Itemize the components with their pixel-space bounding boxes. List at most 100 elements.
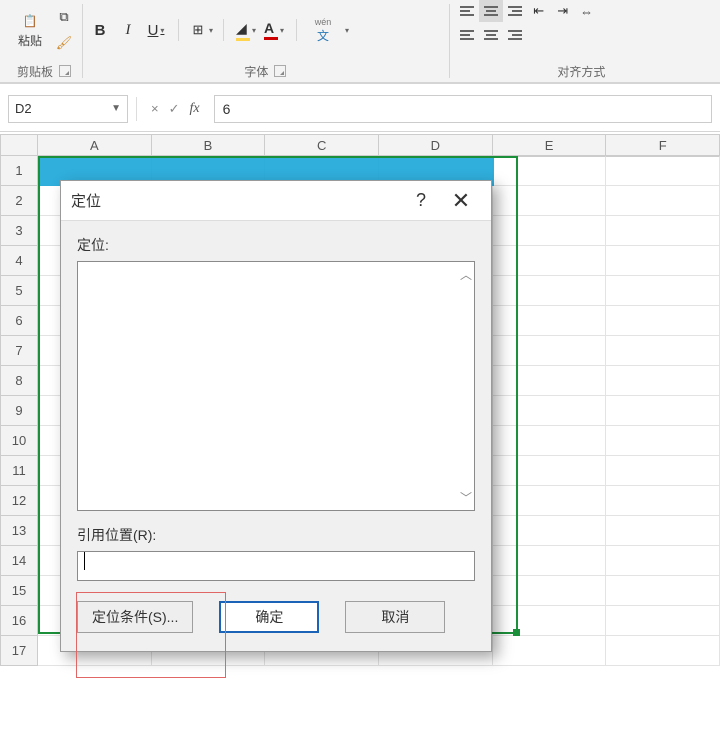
- close-button[interactable]: ✕: [441, 190, 481, 212]
- cell[interactable]: [493, 546, 607, 576]
- cell[interactable]: [606, 246, 720, 276]
- formula-input[interactable]: 6: [214, 95, 712, 123]
- column-header[interactable]: B: [152, 134, 266, 156]
- cell[interactable]: [493, 186, 607, 216]
- cell[interactable]: [493, 396, 607, 426]
- row-header[interactable]: 4: [0, 246, 38, 276]
- row-header[interactable]: 9: [0, 396, 38, 426]
- group-alignment-label: 对齐方式: [557, 63, 605, 80]
- decrease-indent-button[interactable]: ⇤: [527, 0, 551, 22]
- row-header[interactable]: 5: [0, 276, 38, 306]
- cell[interactable]: [606, 546, 720, 576]
- help-button[interactable]: ?: [401, 190, 441, 211]
- align-middle-button[interactable]: [479, 0, 503, 22]
- cell[interactable]: [606, 516, 720, 546]
- column-header[interactable]: E: [493, 134, 607, 156]
- cell[interactable]: [493, 276, 607, 306]
- ok-button[interactable]: 确定: [219, 601, 319, 633]
- cell[interactable]: [606, 486, 720, 516]
- cell[interactable]: [606, 366, 720, 396]
- cell[interactable]: [606, 636, 720, 666]
- row-header[interactable]: 8: [0, 366, 38, 396]
- special-button[interactable]: 定位条件(S)...: [77, 601, 193, 633]
- goto-listbox[interactable]: ︿ ﹀: [77, 261, 475, 511]
- column-header[interactable]: F: [606, 134, 720, 156]
- row-header[interactable]: 10: [0, 426, 38, 456]
- cell[interactable]: [606, 606, 720, 636]
- cancel-button[interactable]: 取消: [345, 601, 445, 633]
- cell[interactable]: [606, 306, 720, 336]
- format-painter-button[interactable]: 🖌: [52, 32, 76, 54]
- phonetic-button[interactable]: wén 文: [307, 19, 339, 41]
- accept-formula-button[interactable]: ✓: [169, 101, 180, 117]
- cell[interactable]: [493, 366, 607, 396]
- row-header[interactable]: 3: [0, 216, 38, 246]
- paste-button[interactable]: 📋 粘贴: [12, 8, 48, 53]
- align-center-icon: [484, 29, 498, 41]
- row-header[interactable]: 11: [0, 456, 38, 486]
- row-header[interactable]: 6: [0, 306, 38, 336]
- cell[interactable]: [493, 576, 607, 606]
- font-launcher[interactable]: [274, 65, 286, 77]
- cell[interactable]: [493, 336, 607, 366]
- cell[interactable]: [493, 306, 607, 336]
- scroll-down-icon[interactable]: ﹀: [460, 489, 472, 506]
- align-bottom-button[interactable]: [503, 0, 527, 22]
- row-header[interactable]: 2: [0, 186, 38, 216]
- column-header[interactable]: A: [38, 134, 152, 156]
- cell[interactable]: [606, 276, 720, 306]
- bold-button[interactable]: B: [88, 19, 112, 41]
- italic-button[interactable]: I: [116, 19, 140, 41]
- increase-indent-button[interactable]: ⇥: [551, 0, 575, 22]
- cell[interactable]: [493, 636, 607, 666]
- row-header[interactable]: 12: [0, 486, 38, 516]
- reference-input[interactable]: [77, 551, 475, 581]
- scroll-up-icon[interactable]: ︿: [460, 266, 472, 283]
- reference-label: 引用位置(R):: [77, 525, 475, 545]
- chevron-down-icon[interactable]: ▼: [111, 103, 121, 114]
- cell[interactable]: [606, 396, 720, 426]
- column-header[interactable]: C: [265, 134, 379, 156]
- clipboard-launcher[interactable]: [59, 65, 71, 77]
- cancel-formula-button[interactable]: ×: [151, 101, 159, 116]
- cell[interactable]: [606, 216, 720, 246]
- row-header[interactable]: 13: [0, 516, 38, 546]
- dialog-titlebar[interactable]: 定位 ? ✕: [61, 181, 491, 221]
- name-box[interactable]: D2 ▼: [8, 95, 128, 123]
- merge-button[interactable]: ⇔: [575, 0, 599, 22]
- cell[interactable]: [606, 456, 720, 486]
- align-left-button[interactable]: [455, 24, 479, 46]
- align-center-button[interactable]: [479, 24, 503, 46]
- cell[interactable]: [493, 456, 607, 486]
- font-color-button[interactable]: A▾: [262, 19, 286, 41]
- cell[interactable]: [606, 156, 720, 186]
- column-header[interactable]: D: [379, 134, 493, 156]
- fx-button[interactable]: fx: [190, 101, 200, 117]
- cell[interactable]: [606, 576, 720, 606]
- cell[interactable]: [493, 516, 607, 546]
- row-header[interactable]: 15: [0, 576, 38, 606]
- align-top-button[interactable]: [455, 0, 479, 22]
- underline-button[interactable]: U▾: [144, 19, 168, 41]
- cell[interactable]: [493, 606, 607, 636]
- fill-color-button[interactable]: ◢▾: [234, 19, 258, 41]
- cell[interactable]: [493, 246, 607, 276]
- row-header[interactable]: 17: [0, 636, 38, 666]
- cell[interactable]: [493, 216, 607, 246]
- align-right-button[interactable]: [503, 24, 527, 46]
- align-right-icon: [508, 29, 522, 41]
- cell[interactable]: [606, 186, 720, 216]
- outdent-icon: ⇤: [533, 3, 544, 19]
- select-all-corner[interactable]: [0, 134, 38, 156]
- row-header[interactable]: 16: [0, 606, 38, 636]
- borders-button[interactable]: ⊞▾: [189, 19, 213, 41]
- row-header[interactable]: 1: [0, 156, 38, 186]
- cell[interactable]: [493, 426, 607, 456]
- copy-button[interactable]: ⧉: [52, 6, 76, 28]
- row-header[interactable]: 14: [0, 546, 38, 576]
- cell[interactable]: [493, 156, 607, 186]
- row-header[interactable]: 7: [0, 336, 38, 366]
- cell[interactable]: [606, 336, 720, 366]
- cell[interactable]: [493, 486, 607, 516]
- cell[interactable]: [606, 426, 720, 456]
